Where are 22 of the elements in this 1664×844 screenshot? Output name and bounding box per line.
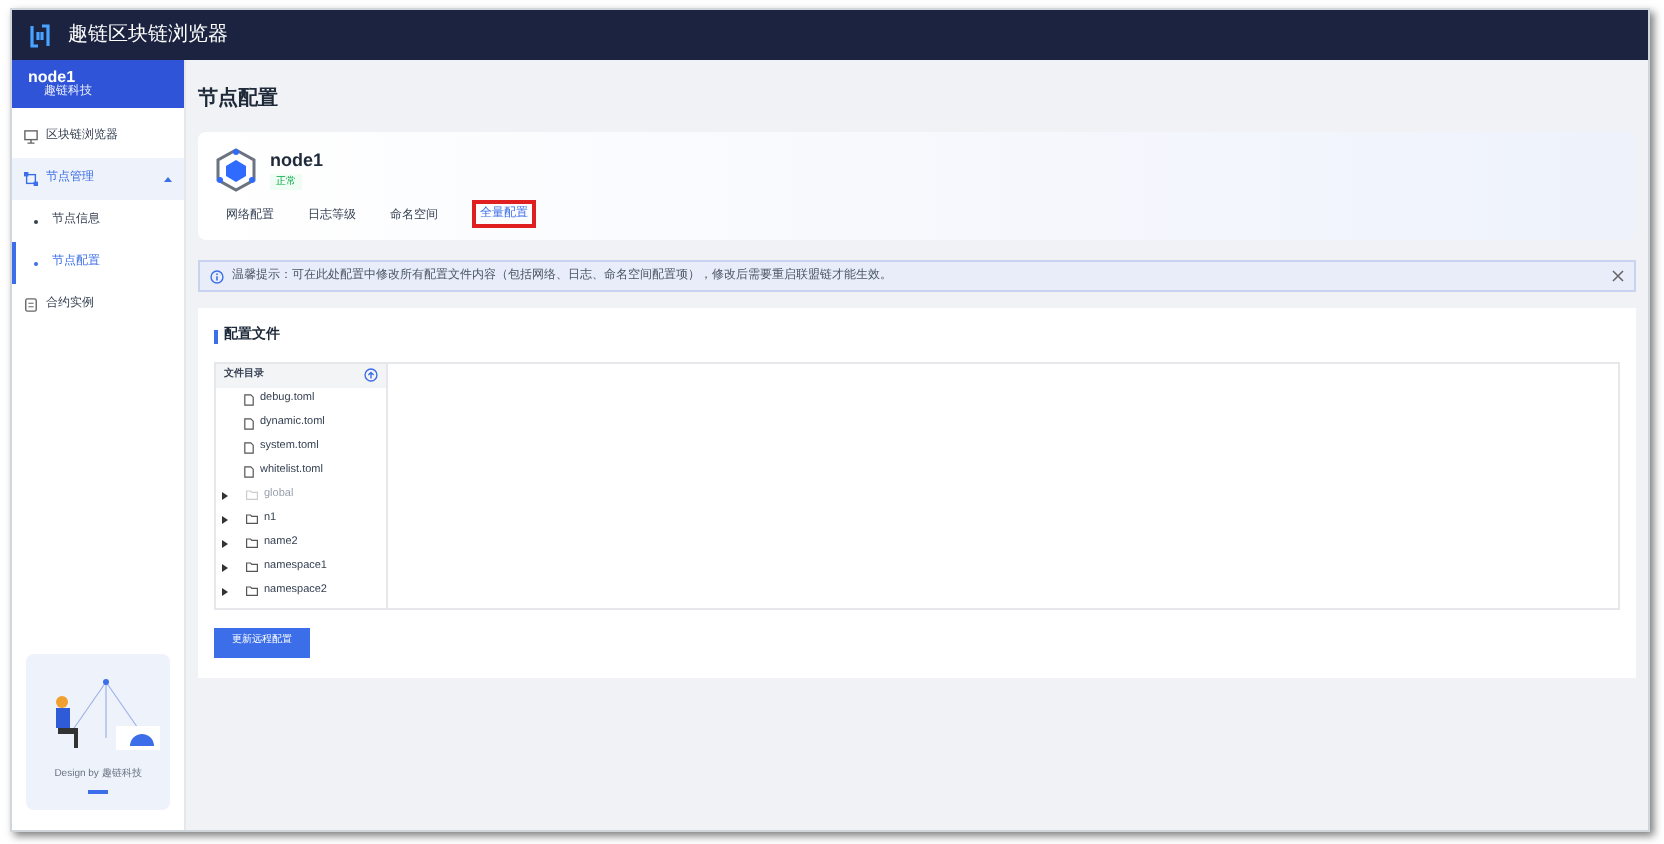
info-icon <box>210 269 224 283</box>
chevron-icon <box>164 176 172 182</box>
cube-node-icon <box>214 148 258 192</box>
node-name: node1 <box>28 68 76 86</box>
expand-arrow-icon[interactable] <box>222 515 228 523</box>
close-icon[interactable] <box>1612 270 1624 282</box>
page-title: 节点配置 <box>198 85 280 114</box>
logo-icon <box>28 21 52 49</box>
nodes-icon <box>24 172 38 186</box>
app-title: 趣链区块链浏览器 <box>68 21 228 50</box>
monitor-icon <box>24 130 38 144</box>
folder-icon <box>246 562 258 572</box>
folder-icon <box>246 490 258 500</box>
folder-icon <box>246 514 258 524</box>
folder-icon <box>246 538 258 548</box>
document-icon <box>24 298 38 312</box>
expand-arrow-icon[interactable] <box>222 587 228 595</box>
upload-icon[interactable] <box>364 368 378 382</box>
folder-icon <box>246 586 258 596</box>
node-name: node1 <box>270 150 324 170</box>
expand-arrow-icon[interactable] <box>222 539 228 547</box>
expand-arrow-icon[interactable] <box>222 563 228 571</box>
